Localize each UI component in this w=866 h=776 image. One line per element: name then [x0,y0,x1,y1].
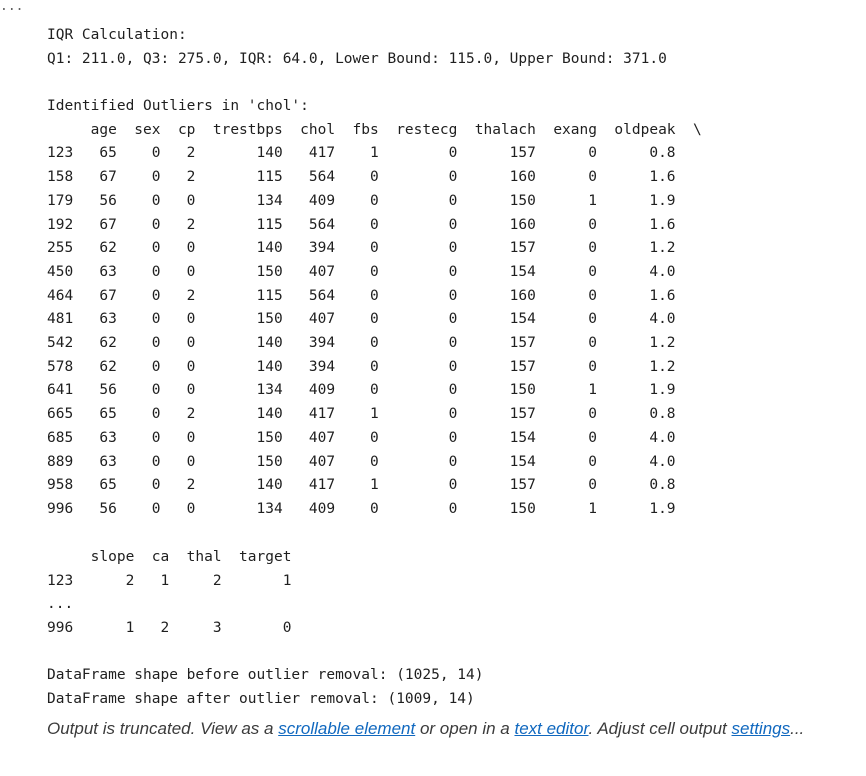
truncation-middle: or open in a [415,719,515,738]
table-row: 889 63 0 0 150 407 0 0 154 0 4.0 [47,453,676,470]
table-row: 123 65 0 2 140 417 1 0 157 0 0.8 [47,145,676,162]
scrollable-element-link[interactable]: scrollable element [278,719,415,738]
table-row: 665 65 0 2 140 417 1 0 157 0 0.8 [47,406,676,423]
continued-header-row: slope ca thal target [47,549,292,565]
shape-after: DataFrame shape after outlier removal: (… [47,690,475,707]
outliers-rows: 123 65 0 2 140 417 1 0 157 0 0.8 158 67 0… [47,142,702,521]
table-row: 158 67 0 2 115 564 0 0 160 0 1.6 [47,169,676,186]
output-collapse-ellipsis[interactable]: ... [0,0,23,14]
table-row: 450 63 0 0 150 407 0 0 154 0 4.0 [47,263,676,280]
table-row: 192 67 0 2 115 564 0 0 160 0 1.6 [47,216,676,233]
table-row: 958 65 0 2 140 417 1 0 157 0 0.8 [47,477,676,494]
table-row: 641 56 0 0 134 409 0 0 150 1 1.9 [47,382,676,399]
outliers-table-continued: slope ca thal target 123 2 1 2 1... 996 1 … [47,546,291,641]
outliers-heading: Identified Outliers in 'chol': [47,98,309,114]
truncation-suffix: ... [790,719,805,738]
outliers-header-row: age sex cp trestbps chol fbs restecg tha… [47,121,702,138]
table-row: 996 1 2 3 0 [47,620,292,637]
iqr-heading: IQR Calculation: [47,27,187,43]
table-row: 685 63 0 0 150 407 0 0 154 0 4.0 [47,429,676,446]
table-row: 179 56 0 0 134 409 0 0 150 1 1.9 [47,192,676,209]
iqr-summary: Q1: 211.0, Q3: 275.0, IQR: 64.0, Lower B… [47,50,667,67]
truncation-middle2: . Adjust cell output [588,719,732,738]
table-row: 996 56 0 0 134 409 0 0 150 1 1.9 [47,500,676,517]
table-row: 464 67 0 2 115 564 0 0 160 0 1.6 [47,287,676,304]
table-row-ellipsis: ... [47,596,74,613]
iqr-calculation-block: IQR Calculation: Q1: 211.0, Q3: 275.0, IQ… [47,24,667,71]
truncation-notice: Output is truncated. View as a scrollabl… [47,719,804,739]
outliers-table: Identified Outliers in 'chol': age sex c… [47,95,702,522]
dataframe-shapes: DataFrame shape before outlier removal: … [47,664,484,711]
text-editor-link[interactable]: text editor [514,719,588,738]
table-row: 255 62 0 0 140 394 0 0 157 0 1.2 [47,240,676,257]
table-row: 542 62 0 0 140 394 0 0 157 0 1.2 [47,335,676,352]
table-row: 578 62 0 0 140 394 0 0 157 0 1.2 [47,358,676,375]
truncation-prefix: Output is truncated. View as a [47,719,279,738]
settings-link[interactable]: settings [732,719,791,738]
shape-before: DataFrame shape before outlier removal: … [47,667,484,683]
table-row: 481 63 0 0 150 407 0 0 154 0 4.0 [47,311,676,328]
table-row: 123 2 1 2 1 [47,572,292,589]
